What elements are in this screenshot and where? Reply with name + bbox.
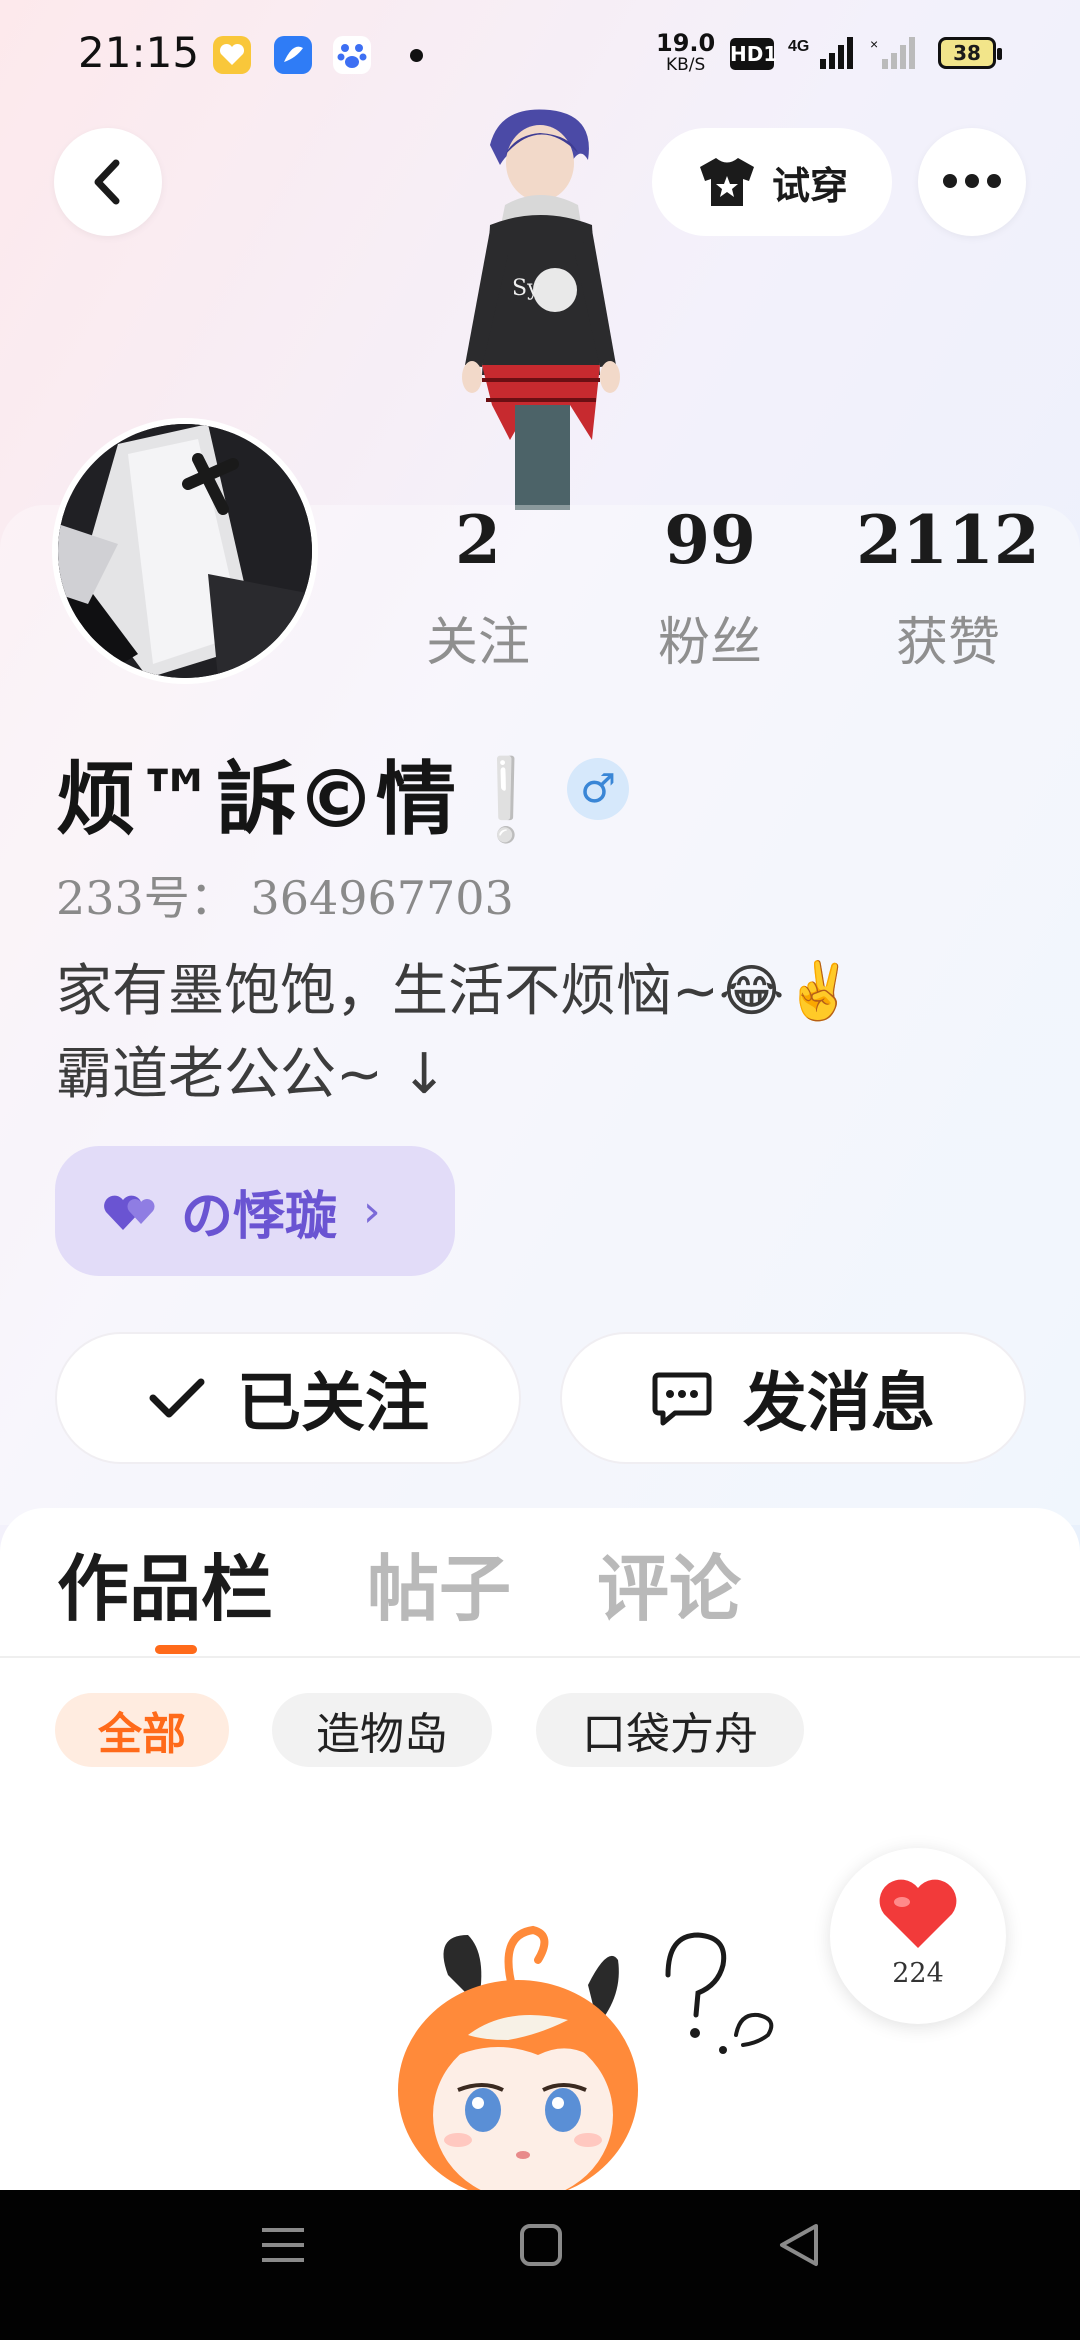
- try-on-label: 试穿: [771, 163, 848, 208]
- paw-app-icon: [333, 36, 371, 74]
- status-bar: 21:15 19.0 KB/S HD1 4G × 38: [0, 0, 1080, 105]
- male-gender-icon: ♂: [567, 758, 629, 820]
- chevron-right-icon: ›: [363, 1185, 381, 1237]
- filter-pocket-ark[interactable]: 口袋方舟: [536, 1693, 804, 1767]
- svg-text:4G: 4G: [788, 38, 809, 55]
- followed-label: 已关注: [237, 1367, 429, 1441]
- svg-text:×: ×: [870, 36, 878, 52]
- likes-label: 获赞: [895, 613, 1000, 673]
- following-count: 2: [455, 501, 501, 579]
- active-tab-indicator: [155, 1645, 197, 1654]
- like-floating-button[interactable]: 224: [830, 1848, 1006, 2024]
- followers-label: 粉丝: [657, 613, 762, 673]
- tab-divider: [0, 1656, 1080, 1658]
- bio: 家有墨饱饱，生活不烦恼~😂✌️ 霸道老公公~ ↓: [56, 950, 1016, 1116]
- more-options-button[interactable]: [918, 128, 1026, 236]
- stat-likes[interactable]: 2112 获赞: [848, 500, 1048, 675]
- relationship-chip[interactable]: の悸璇 ›: [55, 1146, 455, 1276]
- like-count: 224: [892, 1958, 944, 1989]
- send-message-label: 发消息: [743, 1367, 935, 1441]
- avatar-3d-figure[interactable]: Sy: [420, 105, 660, 510]
- chevron-left-icon: [94, 159, 120, 205]
- double-heart-icon: [104, 1195, 155, 1230]
- bio-line-1: 家有墨饱饱，生活不烦恼~😂✌️: [56, 959, 855, 1024]
- bio-line-2: 霸道老公公~ ↓: [56, 1042, 448, 1107]
- heart-icon: [879, 1879, 957, 1948]
- try-on-button[interactable]: 试穿: [652, 128, 892, 236]
- likes-count: 2112: [856, 501, 1040, 579]
- stat-following[interactable]: 2 关注: [378, 500, 578, 675]
- tab-works[interactable]: 作品栏: [57, 1530, 273, 1635]
- chat-bubble-icon: [652, 1372, 712, 1426]
- home-icon[interactable]: [518, 2222, 564, 2268]
- shirt-star-icon: [699, 158, 754, 206]
- signal-4g-icon: 4G: [788, 37, 853, 69]
- net-speed: 19.0 KB/S: [656, 29, 716, 75]
- avatar[interactable]: [52, 418, 318, 684]
- svg-text:Sy: Sy: [512, 276, 540, 301]
- relationship-label: の悸璇: [181, 1186, 338, 1247]
- tab-comments[interactable]: 评论: [597, 1530, 741, 1635]
- empty-state-illustration: [398, 1925, 774, 2190]
- avatar-image: [58, 424, 312, 678]
- signal-sim2-icon: ×: [870, 36, 915, 69]
- nickname: 烦™訴©情❕: [56, 753, 556, 846]
- tab-posts[interactable]: 帖子: [367, 1530, 511, 1635]
- more-dots-icon: [939, 173, 1005, 192]
- following-label: 关注: [425, 613, 530, 673]
- user-id[interactable]: 233号： 364967703: [56, 862, 514, 928]
- back-button[interactable]: [54, 128, 162, 236]
- yellow-heart-app-icon: [213, 36, 251, 74]
- followers-count: 99: [664, 501, 756, 579]
- send-message-button[interactable]: 发消息: [560, 1332, 1026, 1464]
- stat-followers[interactable]: 99 粉丝: [610, 500, 810, 675]
- status-time: 21:15: [78, 28, 200, 77]
- followed-button[interactable]: 已关注: [55, 1332, 521, 1464]
- blue-app-icon: [274, 36, 312, 74]
- filter-creation-island[interactable]: 造物岛: [272, 1693, 492, 1767]
- battery-indicator: 38: [938, 37, 1002, 69]
- filter-all[interactable]: 全部: [55, 1693, 229, 1767]
- notification-dot: [410, 49, 423, 62]
- hd-badge: HD1: [730, 38, 777, 70]
- check-icon: [149, 1378, 205, 1418]
- menu-icon[interactable]: [260, 2222, 306, 2268]
- back-triangle-icon[interactable]: [776, 2222, 822, 2268]
